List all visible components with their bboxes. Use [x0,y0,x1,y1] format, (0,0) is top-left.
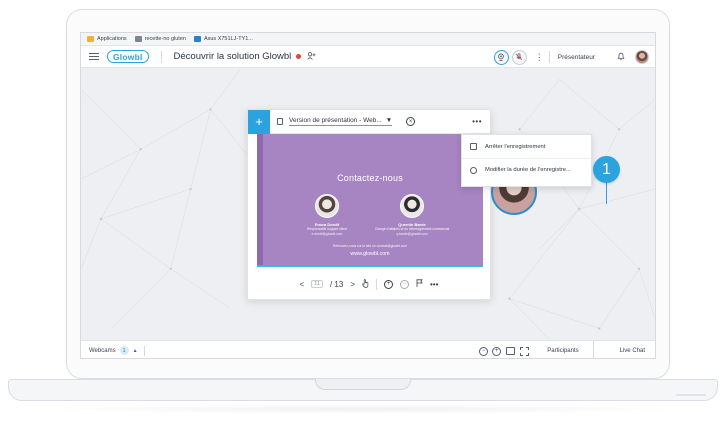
bottom-bar-actions: − + Participants Live Chat [475,341,655,358]
chevron-up-icon: ▲ [132,347,138,354]
add-user-icon[interactable] [307,51,316,62]
divider [143,345,145,356]
glowbl-logo[interactable]: Glowbl [107,50,149,63]
previous-slide-button[interactable]: < [300,280,305,289]
checkbox-icon [470,143,477,150]
webcam-icon [498,53,505,61]
clock-icon [470,166,477,174]
contact-photo [400,194,424,218]
session-title: Découvrir la solution Glowbl [173,51,292,62]
contact-card: Quentin Barde Chargé d'affaires et du dé… [372,194,452,236]
document-name: Version de présentation - Web... [289,117,382,124]
bookmarks-bar: Applications recette-no gluten Asus X751… [81,33,655,46]
notification-bell-icon[interactable] [617,52,625,63]
divider [160,50,162,63]
menu-item-label: Arrêter l'enregistrement [485,143,546,150]
slide-footer-note: Retrouvez-nous sur le site ou contact@gl… [332,244,408,248]
contact-card: Enora Dordif Responsable support client … [287,194,367,236]
microphone-muted-icon [515,53,523,61]
laptop-notch [315,379,411,390]
slide-controls: < 11 / 13 > + − ••• [248,273,490,295]
webcams-toggle[interactable]: Webcams 1 ▲ [89,346,138,355]
contact-photo [315,194,339,218]
divider [376,278,377,290]
recording-dot-icon [296,54,302,59]
laptop-shadow [40,404,686,414]
pointer-hand-icon[interactable] [362,278,369,290]
role-selector[interactable]: Présentateur [558,54,595,61]
add-document-button[interactable]: + [248,109,270,134]
laptop-foot [676,394,706,396]
folder-icon [134,36,142,42]
hamburger-menu-icon[interactable] [89,52,99,61]
callout-pointer [606,183,607,204]
document-icon [277,118,283,125]
menu-item-edit-duration[interactable]: Modifier la durée de l'enregistre... [462,158,591,181]
next-slide-button[interactable]: > [350,280,355,289]
participants-label: Participants [547,348,579,354]
recording-menu: Arrêter l'enregistrement Modifier la dur… [461,134,592,187]
contact-email: q.barde@glowbl.com [396,231,428,236]
zoom-out-icon[interactable]: − [479,346,489,356]
live-chat-tab[interactable]: Live Chat [620,348,645,354]
menu-item-stop-recording[interactable]: Arrêter l'enregistrement [462,135,591,158]
zoom-in-icon[interactable]: + [384,279,393,289]
presentation-panel: + Version de présentation - Web... ▼ × •… [247,109,491,300]
fullscreen-icon[interactable] [520,346,530,356]
bookmark-applications[interactable]: Applications [87,36,127,42]
chevron-down-icon: ▼ [385,117,393,124]
bookmark-flag-icon[interactable] [416,279,423,289]
slide-url: www.glowbl.com [350,251,390,257]
app-header: Glowbl Découvrir la solution Glowbl ⋮ Pr… [81,46,655,68]
bookmark-recette[interactable]: recette-no gluten [134,36,186,42]
webcam-toggle-button[interactable] [493,49,509,65]
webcams-label: Webcams [89,347,116,354]
layout-icon[interactable] [506,347,516,355]
more-options-icon[interactable]: ⋮ [535,52,544,63]
presentation-more-button[interactable]: ••• [472,117,482,126]
slide-more-button[interactable]: ••• [430,280,438,289]
webcams-count: 1 [119,346,129,355]
bookmark-label: Asus X751LJ-TY1... [203,36,253,42]
menu-item-label: Modifier la durée de l'enregistre... [485,167,571,173]
page-icon [193,36,201,42]
microphone-toggle-button[interactable] [511,49,527,65]
user-avatar[interactable] [635,50,649,64]
live-chat-label: Live Chat [619,348,645,354]
document-selector[interactable]: Version de présentation - Web... ▼ [289,117,393,126]
app-screen: Applications recette-no gluten Asus X751… [80,32,656,359]
callout-badge: 1 [593,156,620,183]
bottom-bar: Webcams 1 ▲ − + Participants Live Chat [81,340,655,358]
bookmark-asus[interactable]: Asus X751LJ-TY1... [193,36,253,42]
slide: Contactez-nous Enora Dordif Responsable … [257,134,483,267]
bookmark-label: recette-no gluten [144,36,186,42]
page-total: / 13 [329,279,344,289]
slide-title: Contactez-nous [337,173,403,183]
page-input[interactable]: 11 [311,280,323,288]
zoom-out-icon[interactable]: − [400,279,409,289]
bookmark-label: Applications [97,36,127,42]
meeting-stage: + Version de présentation - Web... ▼ × •… [81,69,655,340]
close-document-icon[interactable]: × [406,117,416,126]
slide-progress-line [257,265,483,267]
zoom-in-icon[interactable]: + [492,346,502,356]
contact-email: e.dordif@glowbl.com [311,231,343,236]
apps-grid-icon [87,36,94,42]
divider [548,51,550,63]
header-actions: ⋮ Présentateur [491,46,655,68]
presentation-toolbar: + Version de présentation - Web... ▼ × •… [248,109,490,134]
laptop-mockup: Applications recette-no gluten Asus X751… [0,0,726,433]
participants-tab[interactable]: Participants [547,341,594,358]
